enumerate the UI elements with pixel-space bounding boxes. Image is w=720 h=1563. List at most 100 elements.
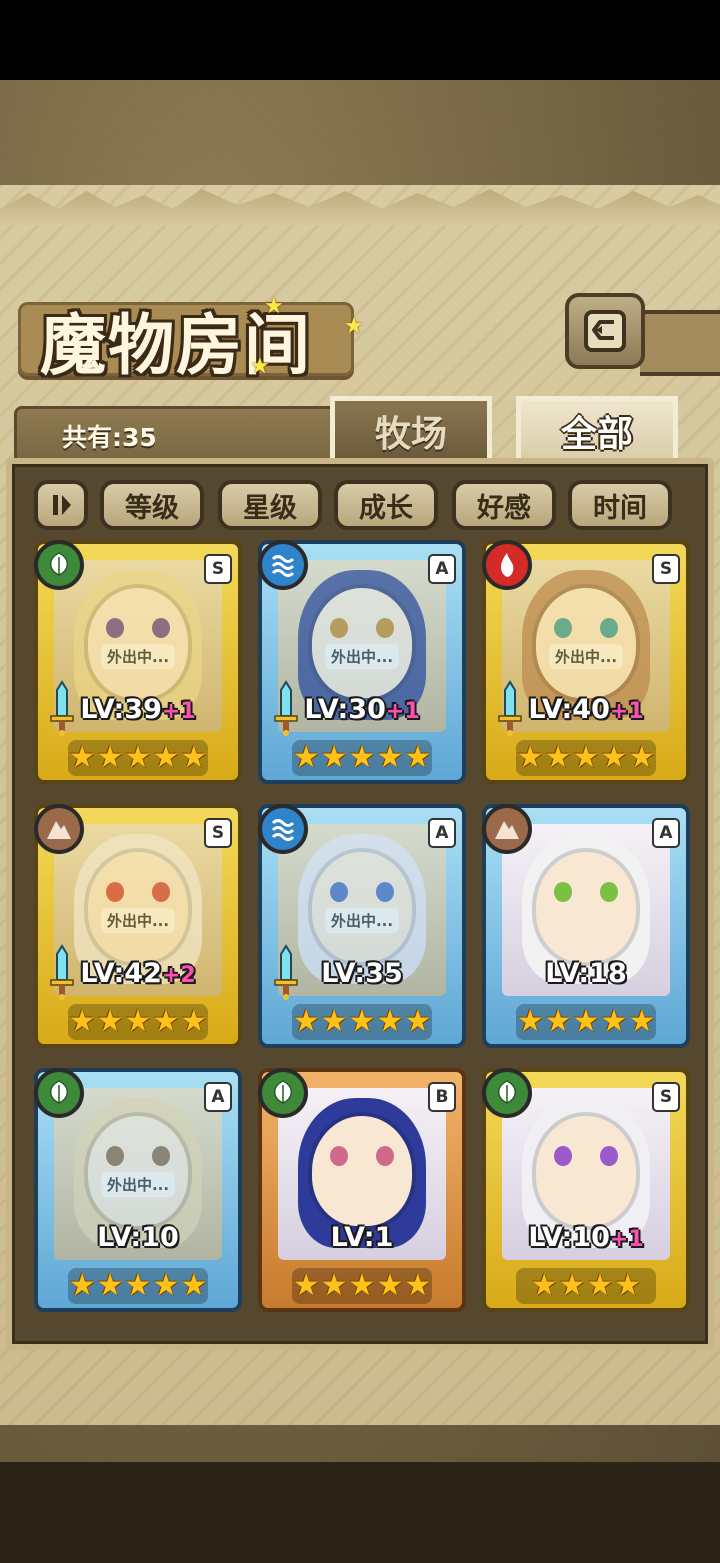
monster-card[interactable]: 外出中... S LV:40+1 ★ ★ ★ ★ ★ <box>482 540 690 784</box>
star-icon: ★ <box>180 1004 208 1039</box>
monster-card[interactable]: S LV:10+1 ★ ★ ★ ★ <box>482 1068 690 1312</box>
monster-card[interactable]: 外出中... S LV:42+2 ★ ★ ★ ★ ★ <box>34 804 242 1048</box>
star-icon: ★ <box>404 1268 432 1303</box>
level-label: LV:40 <box>528 694 610 725</box>
monster-eye <box>554 618 572 638</box>
star-icon: ★ <box>572 740 600 775</box>
monster-eye <box>152 1146 170 1166</box>
monster-level: LV:10+1 <box>486 1222 686 1253</box>
star-icon: ★ <box>516 740 544 775</box>
monster-level: LV:18 <box>486 958 686 989</box>
star-sparkle-icon: ★ <box>344 314 364 339</box>
monster-level: LV:40+1 <box>486 694 686 725</box>
star-icon: ★ <box>96 1004 124 1039</box>
nature-element-icon <box>34 1068 84 1118</box>
monster-level: LV:42+2 <box>38 958 238 989</box>
star-icon: ★ <box>376 740 404 775</box>
star-icon: ★ <box>404 1004 432 1039</box>
star-rating: ★ ★ ★ ★ <box>516 1268 656 1304</box>
back-button-strip <box>640 310 720 376</box>
star-icon: ★ <box>544 1004 572 1039</box>
tab-ranch-label: 牧场 <box>374 414 447 455</box>
star-icon: ★ <box>572 1004 600 1039</box>
rank-badge: A <box>204 1082 232 1112</box>
sort-growth-label: 成长 <box>359 492 413 524</box>
star-icon: ★ <box>628 740 656 775</box>
star-icon: ★ <box>96 1268 124 1303</box>
nature-element-icon <box>34 540 84 590</box>
star-icon: ★ <box>600 1004 628 1039</box>
rank-badge: S <box>204 818 232 848</box>
tab-all[interactable]: 全部 <box>516 396 678 466</box>
monster-card[interactable]: B LV:1 ★ ★ ★ ★ ★ <box>258 1068 466 1312</box>
star-icon: ★ <box>152 1268 180 1303</box>
star-icon: ★ <box>544 740 572 775</box>
monster-face <box>536 852 636 962</box>
star-icon: ★ <box>292 1004 320 1039</box>
monster-card[interactable]: 外出中... A LV:10 ★ ★ ★ ★ ★ <box>34 1068 242 1312</box>
star-rating: ★ ★ ★ ★ ★ <box>516 740 656 776</box>
rank-badge: B <box>428 1082 456 1112</box>
level-label: LV:18 <box>545 958 627 989</box>
tab-all-label: 全部 <box>560 414 633 455</box>
monster-face <box>312 1116 412 1226</box>
monster-card[interactable]: 外出中... A LV:30+1 ★ ★ ★ ★ ★ <box>258 540 466 784</box>
fire-element-icon <box>482 540 532 590</box>
monster-eye <box>106 882 124 902</box>
star-icon: ★ <box>96 740 124 775</box>
monster-face <box>88 852 188 962</box>
star-sparkle-icon: ★ <box>264 294 284 319</box>
monster-eye <box>554 1146 572 1166</box>
star-rating: ★ ★ ★ ★ ★ <box>292 1004 432 1040</box>
monster-eye <box>600 618 618 638</box>
level-label: LV:42 <box>80 958 162 989</box>
rank-badge: S <box>204 554 232 584</box>
star-icon: ★ <box>68 740 96 775</box>
star-rating: ★ ★ ★ ★ ★ <box>516 1004 656 1040</box>
monster-face <box>312 588 412 698</box>
star-icon: ★ <box>376 1268 404 1303</box>
nature-element-icon <box>482 1068 532 1118</box>
sort-time-label: 时间 <box>593 492 647 524</box>
monster-count-label: 共有:35 <box>62 423 157 452</box>
earth-element-icon <box>34 804 84 854</box>
level-bonus-label: +1 <box>161 699 196 724</box>
monster-level: LV:39+1 <box>38 694 238 725</box>
star-icon: ★ <box>404 740 432 775</box>
star-icon: ★ <box>320 1004 348 1039</box>
level-label: LV:30 <box>304 694 386 725</box>
sort-toggle-icon <box>53 495 71 515</box>
sort-star-button[interactable]: 星级 <box>218 480 322 530</box>
rank-badge: A <box>652 818 680 848</box>
star-icon: ★ <box>348 1004 376 1039</box>
sort-affection-button[interactable]: 好感 <box>452 480 556 530</box>
monster-level: LV:1 <box>262 1222 462 1253</box>
star-icon: ★ <box>68 1004 96 1039</box>
sort-affection-label: 好感 <box>477 492 531 524</box>
away-status-label: 外出中... <box>100 908 176 933</box>
sort-level-button[interactable]: 等级 <box>100 480 204 530</box>
back-arrow-icon <box>584 310 626 352</box>
sort-order-toggle[interactable] <box>34 480 88 530</box>
sort-time-button[interactable]: 时间 <box>568 480 672 530</box>
star-rating: ★ ★ ★ ★ ★ <box>68 1004 208 1040</box>
tab-ranch[interactable]: 牧场 <box>330 396 492 466</box>
monster-level: LV:10 <box>38 1222 238 1253</box>
back-button[interactable] <box>565 293 645 369</box>
star-icon: ★ <box>586 1268 614 1303</box>
monster-eye <box>330 618 348 638</box>
level-label: LV:10 <box>528 1222 610 1253</box>
sort-growth-button[interactable]: 成长 <box>334 480 438 530</box>
level-bonus-label: +1 <box>385 699 420 724</box>
monster-card[interactable]: 外出中... A LV:35 ★ ★ ★ ★ ★ <box>258 804 466 1048</box>
star-icon: ★ <box>124 1004 152 1039</box>
monster-card[interactable]: 外出中... S LV:39+1 ★ ★ ★ ★ ★ <box>34 540 242 784</box>
away-status-label: 外出中... <box>100 1172 176 1197</box>
water-element-icon <box>258 540 308 590</box>
star-rating: ★ ★ ★ ★ ★ <box>68 740 208 776</box>
monster-card[interactable]: A LV:18 ★ ★ ★ ★ ★ <box>482 804 690 1048</box>
star-icon: ★ <box>516 1004 544 1039</box>
star-icon: ★ <box>68 1268 96 1303</box>
star-icon: ★ <box>180 1268 208 1303</box>
star-sparkle-icon: ★ <box>250 354 270 379</box>
